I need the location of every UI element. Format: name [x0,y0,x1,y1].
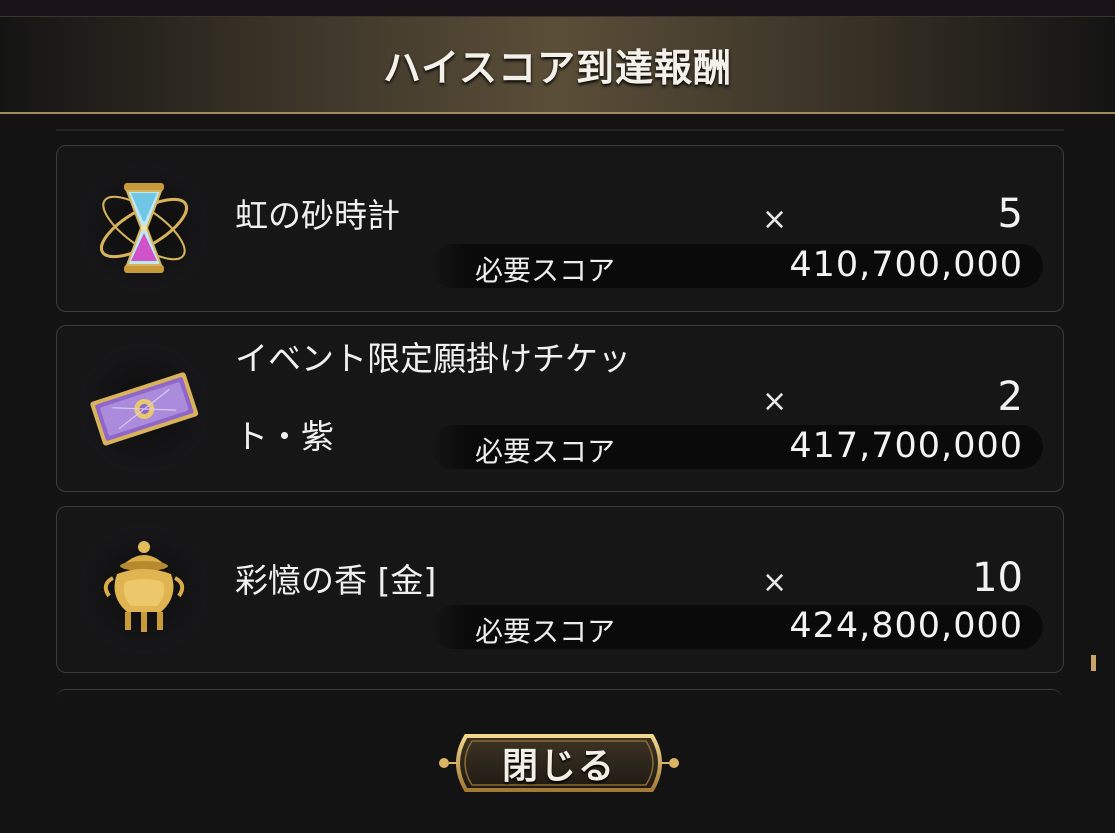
incense-burner-icon [79,524,209,654]
required-score-value: 424,800,000 [789,606,1023,646]
scrollbar-thumb[interactable] [1091,655,1096,671]
times-sign: × [762,565,788,600]
reward-card: 彩憶の香 [金] × 10 必要スコア 424,800,000 [56,506,1064,673]
reward-card: 虹の砂時計 × 5 必要スコア 410,700,000 [56,145,1064,312]
list-top-divider [56,129,1064,131]
next-reward-card-edge [56,689,1062,699]
reward-name-line1: イベント限定願掛けチケッ [235,339,631,378]
dialog-header: ハイスコア到達報酬 [0,17,1115,114]
times-sign: × [762,384,788,419]
required-score-value: 417,700,000 [789,426,1023,466]
reward-name: 彩憶の香 [金] [235,561,437,600]
reward-list[interactable]: 虹の砂時計 × 5 必要スコア 410,700,000 イベント限定願掛けチケッ… [56,129,1064,699]
reward-quantity: 5 [997,191,1023,237]
reward-quantity: 10 [972,555,1023,601]
close-button[interactable]: 閉じる [436,730,682,796]
required-score-bar: 必要スコア 417,700,000 [431,425,1043,469]
reward-dialog: ハイスコア到達報酬 虹の砂時計 × 5 必要スコア 410,700,000 イベ… [0,16,1115,833]
reward-quantity: 2 [997,374,1023,420]
close-button-label: 閉じる [501,746,616,787]
reward-name: 虹の砂時計 [235,196,400,235]
ticket-icon [79,343,209,473]
required-score-value: 410,700,000 [789,245,1023,285]
required-score-label: 必要スコア [475,435,616,468]
required-score-bar: 必要スコア 424,800,000 [431,605,1043,649]
hourglass-icon [79,163,209,293]
times-sign: × [762,202,788,237]
required-score-label: 必要スコア [475,615,616,648]
reward-card: イベント限定願掛けチケッ ト・紫 × 2 必要スコア 417,700,000 [56,325,1064,492]
dialog-title: ハイスコア到達報酬 [382,46,733,90]
required-score-bar: 必要スコア 410,700,000 [431,244,1043,288]
reward-name-line2: ト・紫 [235,417,334,456]
required-score-label: 必要スコア [475,254,616,287]
